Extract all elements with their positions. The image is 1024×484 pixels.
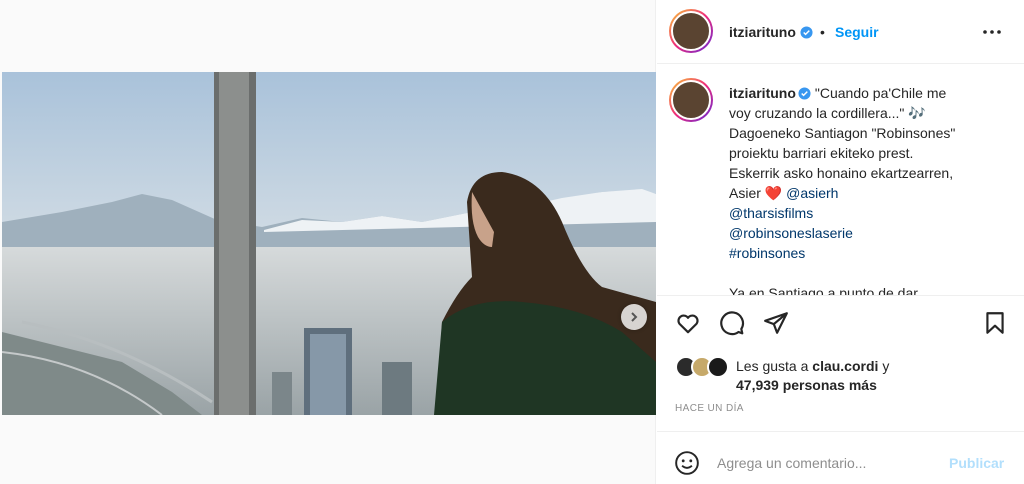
post-timestamp[interactable]: HACE UN DÍA [675,403,744,414]
caption-username[interactable]: itziarituno [729,85,796,101]
likes-text: Les gusta a clau.cordi y 47,939 personas… [736,357,1016,395]
caption-line: Eskerrik asko honaino ekartzearren, [729,165,954,181]
post-sidebar: itziarituno • Seguir itziarituno "Cuando … [657,0,1024,484]
heart-icon[interactable] [675,310,701,336]
verified-badge-icon [798,87,811,100]
mention-link[interactable]: @tharsisfilms [729,203,999,223]
avatar[interactable] [707,356,729,378]
add-comment-bar: Publicar [657,431,1024,484]
hashtag-link[interactable]: #robinsones [729,243,999,263]
bookmark-icon[interactable] [982,310,1008,336]
avatar[interactable] [669,78,713,122]
mention-link[interactable]: @robinsoneslaserie [729,223,999,243]
likes-suffix: y [882,358,890,374]
liker-username[interactable]: clau.cordi [812,358,878,374]
share-icon[interactable] [763,310,789,336]
caption-line: voy cruzando la cordillera..." 🎶 [729,105,926,121]
chevron-right-icon [631,312,638,322]
comment-input[interactable] [717,452,937,474]
avatar[interactable] [669,9,713,53]
liker-avatars [675,356,733,378]
likes-count[interactable]: 47,939 personas más [736,377,877,393]
caption-line: "Cuando pa'Chile me [814,85,947,101]
post-caption: itziarituno "Cuando pa'Chile me voy cruza… [729,83,999,295]
caption-asier: Asier [729,185,761,201]
caption-area: itziarituno "Cuando pa'Chile me voy cruza… [657,65,1024,295]
post-header: itziarituno • Seguir [657,0,1024,64]
more-options-icon[interactable] [982,22,1002,42]
follow-button[interactable]: Seguir [835,24,879,40]
media-pane [0,0,656,484]
author-username[interactable]: itziarituno [729,24,796,40]
comment-icon[interactable] [719,310,745,336]
caption-more: Ya en Santiago a punto de dar [729,285,918,295]
caption-line: Dagoeneko Santiagon "Robinsones" [729,125,956,141]
heart-emoji: ❤️ [764,185,783,201]
emoji-icon[interactable] [674,450,700,476]
likes-prefix: Les gusta a [736,358,809,374]
post-photo[interactable] [2,72,656,415]
verified-badge-icon [800,25,813,39]
next-slide-button[interactable] [621,304,647,330]
separator: • [820,24,825,40]
caption-line: proiektu barriari ekiteko prest. [729,145,914,161]
publish-button[interactable]: Publicar [949,455,1004,471]
action-bar [657,295,1024,351]
mention-link[interactable]: @asierh [786,185,838,201]
